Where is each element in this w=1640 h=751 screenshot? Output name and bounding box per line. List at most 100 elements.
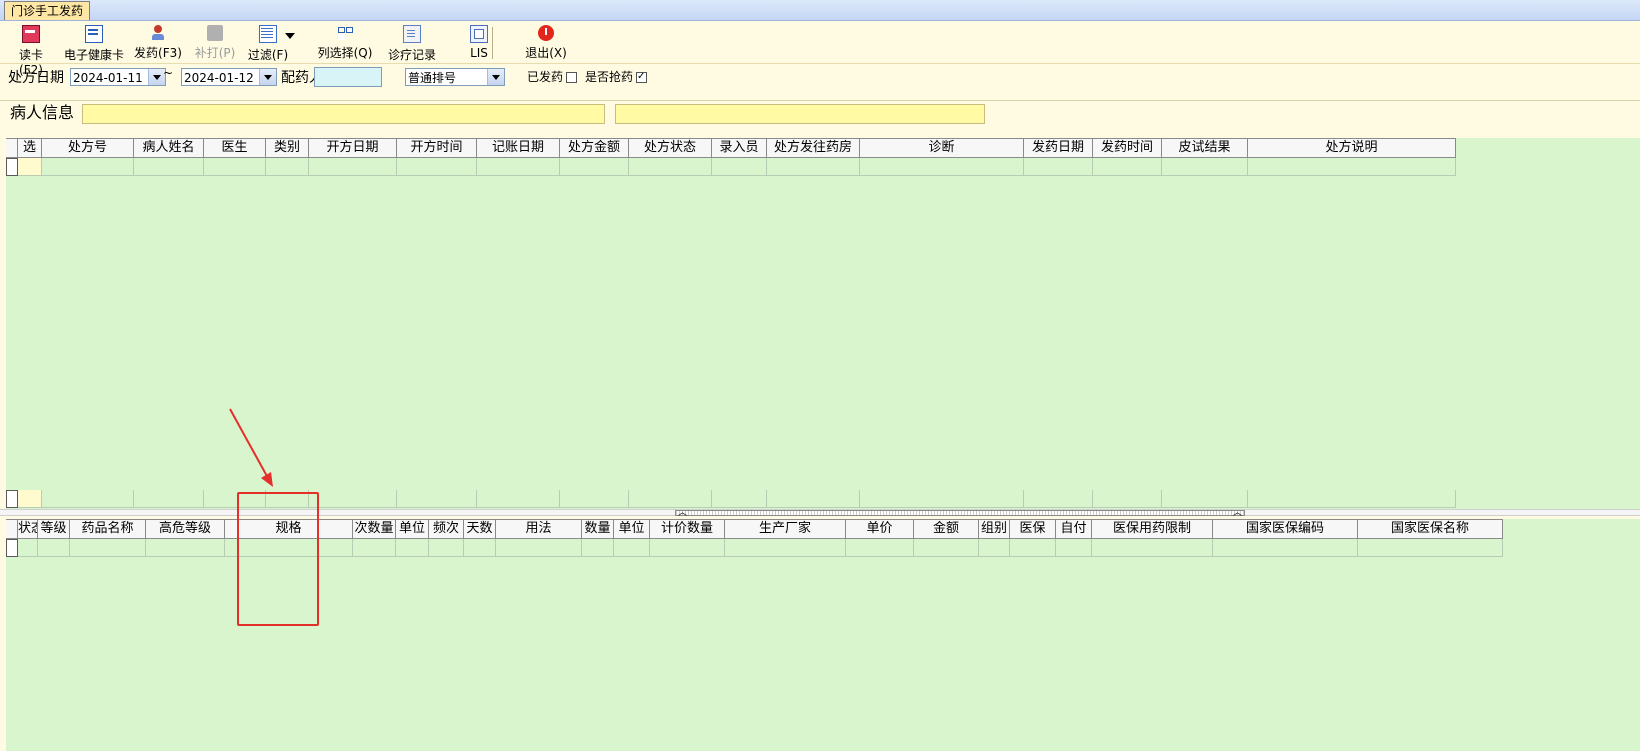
drug-cell[interactable] — [846, 539, 914, 557]
drug-column-header[interactable]: 状态 — [18, 519, 38, 539]
ehealth-card-button[interactable]: 电子健康卡 — [62, 25, 126, 62]
chevron-down-icon[interactable] — [487, 69, 504, 85]
rx-cell[interactable] — [560, 158, 629, 176]
splitter-grip[interactable]: ︿ ︿ — [675, 508, 1245, 518]
drug-column-header[interactable]: 国家医保名称 — [1358, 519, 1503, 539]
rx-cell[interactable] — [860, 158, 1024, 176]
filter-dropdown-icon[interactable] — [285, 33, 295, 39]
rx-row-indicator[interactable] — [6, 158, 18, 176]
drug-column-header[interactable]: 生产厂家 — [725, 519, 846, 539]
rx-column-header[interactable]: 发药时间 — [1093, 138, 1162, 158]
rx-column-header[interactable]: 诊断 — [860, 138, 1024, 158]
rx-cell[interactable] — [18, 158, 42, 176]
drug-cell[interactable] — [146, 539, 225, 557]
rx-cell[interactable] — [42, 158, 134, 176]
rx-row-indicator[interactable] — [6, 490, 18, 508]
rx-cell[interactable] — [1162, 158, 1248, 176]
drug-column-header[interactable]: 单位 — [614, 519, 650, 539]
drug-row-indicator[interactable] — [6, 539, 18, 557]
rx-column-header[interactable]: 处方说明 — [1248, 138, 1456, 158]
date-from-picker[interactable]: 2024-01-11 — [70, 68, 166, 86]
rx-cell[interactable] — [134, 158, 204, 176]
drug-column-header[interactable]: 金额 — [914, 519, 979, 539]
reprint-button[interactable]: 补打(P) — [192, 25, 238, 61]
grab-check-box[interactable] — [636, 69, 648, 85]
rx-cell[interactable] — [477, 490, 560, 508]
column-select-button[interactable]: 列选择(Q) — [317, 25, 373, 61]
drug-column-header[interactable]: 国家医保编码 — [1213, 519, 1358, 539]
dispenser-input[interactable] — [314, 67, 382, 87]
rx-cell[interactable] — [1024, 158, 1093, 176]
rx-column-header[interactable]: 发药日期 — [1024, 138, 1093, 158]
rx-column-header[interactable]: 处方发往药房 — [767, 138, 860, 158]
rx-cell[interactable] — [629, 490, 712, 508]
drug-cell[interactable] — [496, 539, 582, 557]
chevron-down-icon[interactable] — [259, 69, 276, 85]
rx-column-header[interactable]: 处方号 — [42, 138, 134, 158]
rx-cell[interactable] — [767, 158, 860, 176]
drug-column-header[interactable]: 组别 — [979, 519, 1010, 539]
drug-cell[interactable] — [396, 539, 429, 557]
queue-type-select[interactable]: 普通排号 — [405, 68, 505, 86]
drug-cell[interactable] — [1056, 539, 1092, 557]
rx-column-header[interactable]: 类别 — [266, 138, 309, 158]
rx-cell[interactable] — [42, 490, 134, 508]
drug-column-header[interactable]: 自付 — [1056, 519, 1092, 539]
chevron-up-icon[interactable]: ︿ — [1233, 505, 1242, 518]
visit-record-button[interactable]: 诊疗记录 — [387, 25, 437, 62]
dispense-button[interactable]: 发药(F3) — [133, 25, 183, 61]
drug-cell[interactable] — [464, 539, 496, 557]
drug-column-header[interactable]: 医保 — [1010, 519, 1056, 539]
prescription-grid-row[interactable] — [6, 158, 1456, 176]
rx-cell[interactable] — [397, 490, 477, 508]
rx-column-header[interactable]: 病人姓名 — [134, 138, 204, 158]
rx-cell[interactable] — [1024, 490, 1093, 508]
drug-cell[interactable] — [1092, 539, 1213, 557]
date-to-picker[interactable]: 2024-01-12 — [181, 68, 277, 86]
patient-info-field-2[interactable] — [615, 104, 985, 124]
rx-cell[interactable] — [767, 490, 860, 508]
drug-grid-row[interactable] — [6, 539, 1503, 557]
exit-button[interactable]: 退出(X) — [524, 25, 568, 61]
drug-column-header[interactable]: 频次 — [429, 519, 464, 539]
drug-cell[interactable] — [70, 539, 146, 557]
drug-column-header[interactable]: 药品名称 — [70, 519, 146, 539]
drug-cell[interactable] — [1010, 539, 1056, 557]
patient-info-field-1[interactable] — [82, 104, 605, 124]
drug-cell[interactable] — [614, 539, 650, 557]
drug-cell[interactable] — [582, 539, 614, 557]
rx-column-header[interactable]: 医生 — [204, 138, 266, 158]
rx-cell[interactable] — [1093, 158, 1162, 176]
rx-column-header[interactable]: 选 — [18, 138, 42, 158]
drug-column-header[interactable]: 数量 — [582, 519, 614, 539]
window-tab[interactable]: 门诊手工发药 — [4, 1, 91, 20]
drug-cell[interactable] — [1358, 539, 1503, 557]
chevron-up-icon[interactable]: ︿ — [678, 505, 687, 518]
drug-column-header[interactable]: 等级 — [38, 519, 70, 539]
rx-cell[interactable] — [266, 158, 309, 176]
drug-cell[interactable] — [725, 539, 846, 557]
rx-cell[interactable] — [397, 158, 477, 176]
drug-cell[interactable] — [650, 539, 725, 557]
rx-column-header[interactable]: 皮试结果 — [1162, 138, 1248, 158]
filter-button[interactable]: 过滤(F) — [246, 25, 290, 62]
drug-column-header[interactable]: 单价 — [846, 519, 914, 539]
drug-cell[interactable] — [429, 539, 464, 557]
rx-cell[interactable] — [309, 490, 397, 508]
rx-cell[interactable] — [712, 490, 767, 508]
drug-column-header[interactable]: 单位 — [396, 519, 429, 539]
rx-column-header[interactable]: 开方时间 — [397, 138, 477, 158]
rx-column-header[interactable]: 处方状态 — [629, 138, 712, 158]
dispensed-check-box[interactable] — [566, 72, 578, 83]
rx-column-header[interactable]: 处方金额 — [560, 138, 629, 158]
drug-column-header[interactable]: 次数量 — [353, 519, 396, 539]
rx-cell[interactable] — [18, 490, 42, 508]
read-card-button[interactable]: 读卡(F2) — [8, 25, 54, 77]
rx-column-header[interactable]: 录入员 — [712, 138, 767, 158]
rx-column-header[interactable]: 开方日期 — [309, 138, 397, 158]
rx-cell[interactable] — [309, 158, 397, 176]
rx-cell[interactable] — [134, 490, 204, 508]
rx-cell[interactable] — [712, 158, 767, 176]
drug-column-header[interactable]: 天数 — [464, 519, 496, 539]
rx-cell[interactable] — [477, 158, 560, 176]
